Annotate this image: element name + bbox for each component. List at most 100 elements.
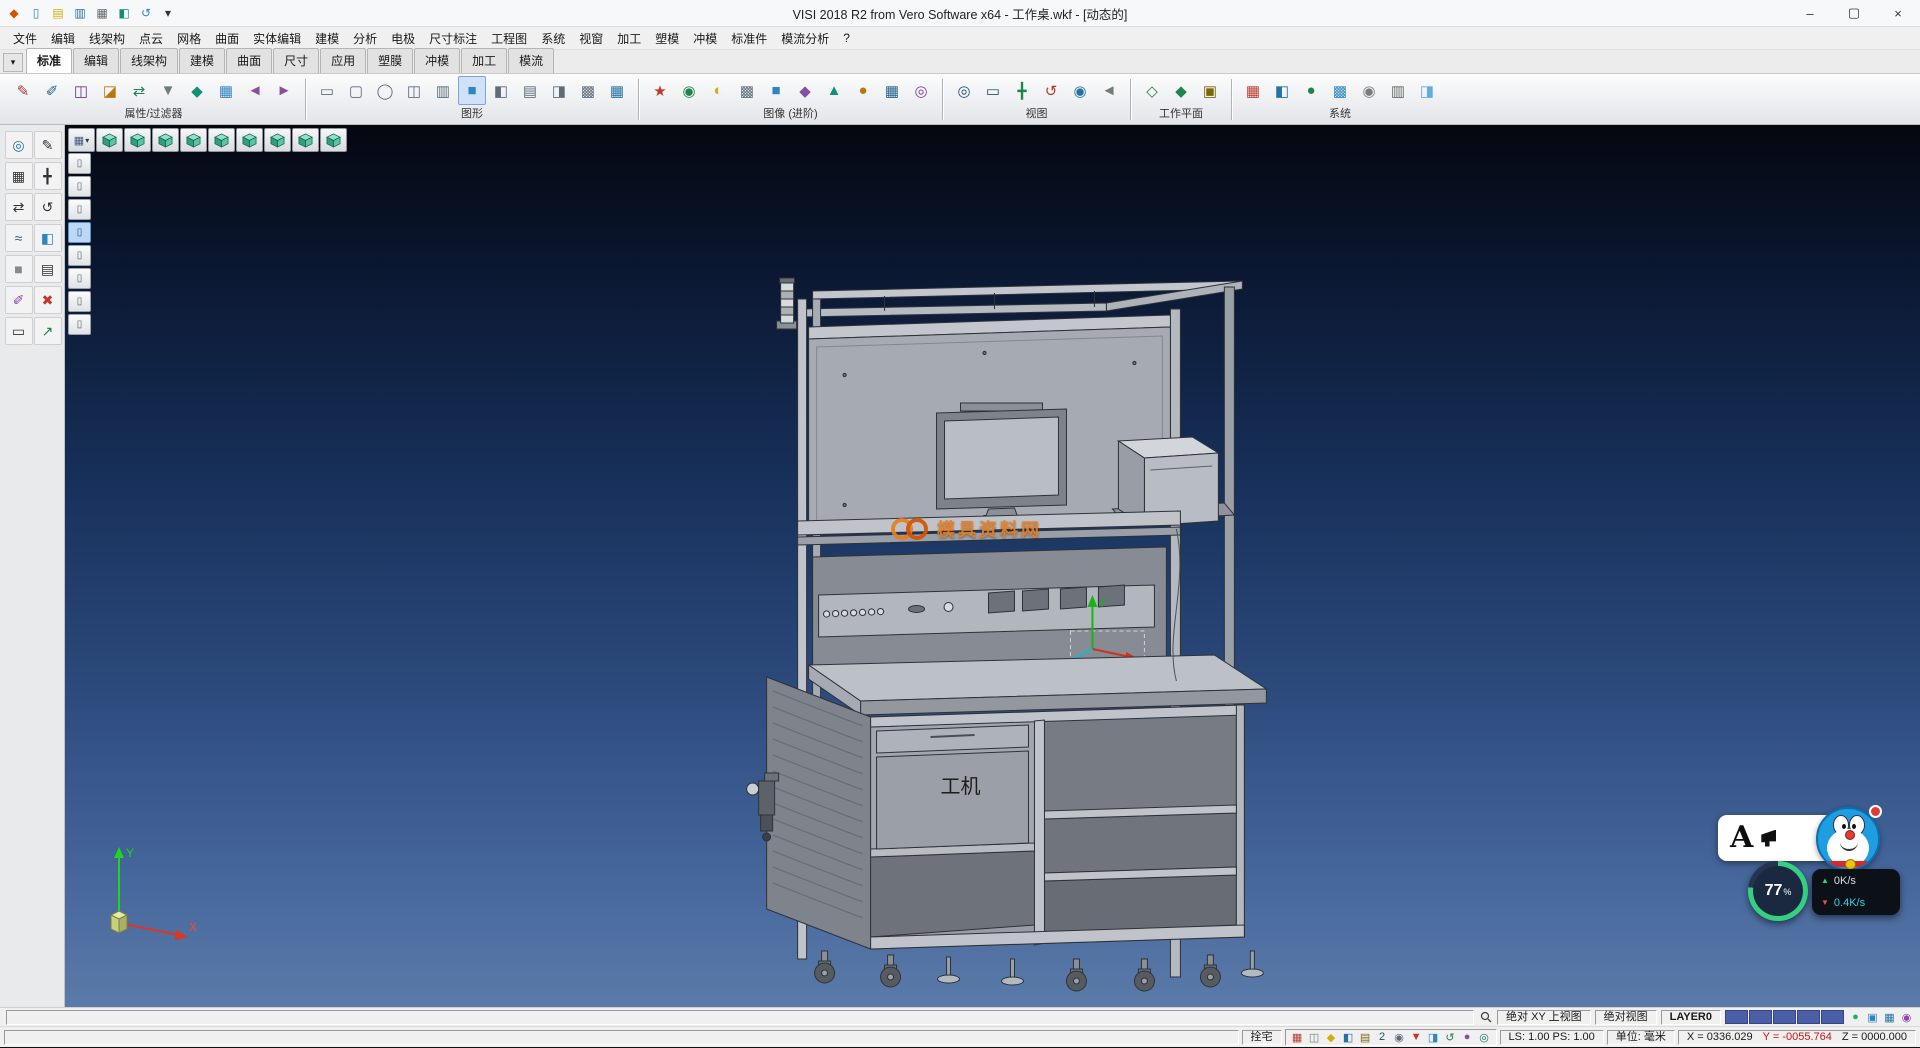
dynamic-shade-icon[interactable]: ■ [458, 76, 486, 105]
table-config-icon[interactable]: ▥ [1384, 76, 1412, 105]
close-button[interactable]: × [1876, 0, 1920, 26]
pan-view-icon[interactable]: ╋ [1008, 76, 1036, 105]
tab-1[interactable]: 编辑 [73, 48, 119, 73]
cad-window-icon[interactable]: ◨ [1413, 76, 1441, 105]
new-file-icon[interactable]: ▯ [26, 3, 46, 23]
mask-filter-icon[interactable]: ▦ [212, 76, 240, 105]
menu-item-14[interactable]: 加工 [610, 28, 648, 49]
surface-icon[interactable]: ◧ [34, 224, 62, 252]
layer-status-icon[interactable]: ▤ [1358, 1030, 1373, 1045]
system-target-icon[interactable]: ◉ [1355, 76, 1383, 105]
magnet-filter-icon[interactable]: ◆ [183, 76, 211, 105]
workplane-create-icon[interactable]: ◇ [1138, 76, 1166, 105]
view-right-icon[interactable] [208, 128, 235, 152]
network-speed-panel[interactable]: ▲ 0K/s ▼ 0.4K/s [1812, 869, 1900, 915]
attributes-copy-icon[interactable]: ◫ [67, 76, 95, 105]
display-toggle-4[interactable]: ▯ [68, 222, 91, 243]
tab-9[interactable]: 加工 [461, 48, 507, 73]
transparency-icon[interactable]: ◧ [487, 76, 515, 105]
preview-icon[interactable]: ◧ [114, 3, 134, 23]
mode-2d-icon[interactable]: 2 [1375, 1030, 1390, 1045]
screen-config-icon[interactable]: ◧ [1268, 76, 1296, 105]
snapshot-icon[interactable]: ● [849, 76, 877, 105]
target-icon[interactable]: ◎ [1477, 1030, 1492, 1045]
hidden-line-mode-icon[interactable]: ▢ [342, 76, 370, 105]
display-toggle-8[interactable]: ▯ [68, 314, 91, 335]
reflection-icon[interactable]: ▲ [820, 76, 848, 105]
search-view-icon[interactable] [1478, 1010, 1493, 1025]
print-icon[interactable]: ▦ [92, 3, 112, 23]
silhouette-icon[interactable]: ◨ [545, 76, 573, 105]
measure-icon[interactable]: ╋ [34, 162, 62, 190]
texture-icon[interactable]: ◆ [791, 76, 819, 105]
undo-icon[interactable]: ↺ [136, 3, 156, 23]
tab-3[interactable]: 建模 [179, 48, 225, 73]
viewport-status-icon[interactable]: ▣ [1865, 1010, 1880, 1025]
antialias-icon[interactable]: ▦ [603, 76, 631, 105]
render-quality-icon[interactable]: ★ [646, 76, 674, 105]
rotate-icon[interactable]: ↺ [34, 193, 62, 221]
rendered-mode-icon[interactable]: ▥ [429, 76, 457, 105]
menu-item-8[interactable]: 分析 [346, 28, 384, 49]
wireframe-mode-icon[interactable]: ▭ [313, 76, 341, 105]
attributes-erase-icon[interactable]: ◪ [96, 76, 124, 105]
desktop-overlay-widget[interactable]: A 77 [1718, 807, 1902, 931]
view-back-icon[interactable] [152, 128, 179, 152]
menu-item-1[interactable]: 编辑 [44, 28, 82, 49]
move-icon[interactable]: ⇄ [5, 193, 33, 221]
lights-icon[interactable]: ◐ [704, 76, 732, 105]
shadows-icon[interactable]: ▩ [733, 76, 761, 105]
zoom-select-icon[interactable]: ◎ [5, 131, 33, 159]
open-file-icon[interactable]: ▤ [48, 3, 68, 23]
depth-icon[interactable]: ◉ [1392, 1030, 1407, 1045]
sketch-icon[interactable]: ✐ [5, 286, 33, 314]
display-toggle-2[interactable]: ▯ [68, 176, 91, 197]
snap-mode-button[interactable]: 拴宅 [1242, 1030, 1282, 1045]
display-toggle-1[interactable]: ▯ [68, 153, 91, 174]
layers-icon[interactable]: ▤ [34, 255, 62, 283]
shaded-status-icon[interactable]: ● [1848, 1010, 1863, 1025]
tab-7[interactable]: 塑膜 [367, 48, 413, 73]
angle-snap-icon[interactable]: ▼ [1409, 1030, 1424, 1045]
ortho-icon[interactable]: ◫ [1307, 1030, 1322, 1045]
solid-icon[interactable]: ■ [5, 255, 33, 283]
grid-snap-icon[interactable]: ▦ [1290, 1030, 1305, 1045]
tab-5[interactable]: 尺寸 [273, 48, 319, 73]
edit-point-icon[interactable]: ✎ [34, 131, 62, 159]
menu-item-5[interactable]: 曲面 [208, 28, 246, 49]
active-layer-indicator[interactable]: LAYER0 [1661, 1010, 1721, 1025]
view-axon-icon[interactable] [292, 128, 319, 152]
scale-indicator[interactable]: LS: 1.00 PS: 1.00 [1500, 1030, 1604, 1045]
view-front-icon[interactable] [124, 128, 151, 152]
shaded-sphere-icon[interactable]: ● [1297, 76, 1325, 105]
world-status-icon[interactable]: ◉ [1899, 1010, 1914, 1025]
menu-item-9[interactable]: 电极 [384, 28, 422, 49]
backfaces-icon[interactable]: ▩ [574, 76, 602, 105]
menu-item-19[interactable]: ? [836, 29, 857, 47]
filter-prev-icon[interactable]: ◄ [241, 76, 269, 105]
menu-item-12[interactable]: 系统 [534, 28, 572, 49]
background-icon[interactable]: ▦ [878, 76, 906, 105]
menu-item-3[interactable]: 点云 [132, 28, 170, 49]
tab-2[interactable]: 线架构 [120, 48, 178, 73]
restore-button[interactable]: ▢ [1832, 0, 1876, 26]
info-icon[interactable]: ● [1460, 1030, 1475, 1045]
menu-item-13[interactable]: 视窗 [572, 28, 610, 49]
menu-item-17[interactable]: 标准件 [724, 28, 774, 49]
attributes-swap-icon[interactable]: ⇄ [125, 76, 153, 105]
tab-4[interactable]: 曲面 [226, 48, 272, 73]
snap-grid-icon[interactable]: ▦ [5, 162, 33, 190]
attributes-apply-icon[interactable]: ✐ [38, 76, 66, 105]
menu-item-11[interactable]: 工程图 [484, 28, 534, 49]
view-iso-icon[interactable] [96, 128, 123, 152]
qat-dropdown-icon[interactable]: ▾ [158, 3, 178, 23]
display-toggle-7[interactable]: ▯ [68, 291, 91, 312]
menu-item-10[interactable]: 尺寸标注 [422, 28, 484, 49]
zoom-window-icon[interactable]: ▭ [979, 76, 1007, 105]
materials-icon[interactable]: ◉ [675, 76, 703, 105]
units-indicator[interactable]: 单位: 毫米 [1607, 1030, 1675, 1045]
menu-item-15[interactable]: 塑模 [648, 28, 686, 49]
menu-item-4[interactable]: 网格 [170, 28, 208, 49]
workplane-align-icon[interactable]: ◆ [1167, 76, 1195, 105]
tab-8[interactable]: 冲模 [414, 48, 460, 73]
